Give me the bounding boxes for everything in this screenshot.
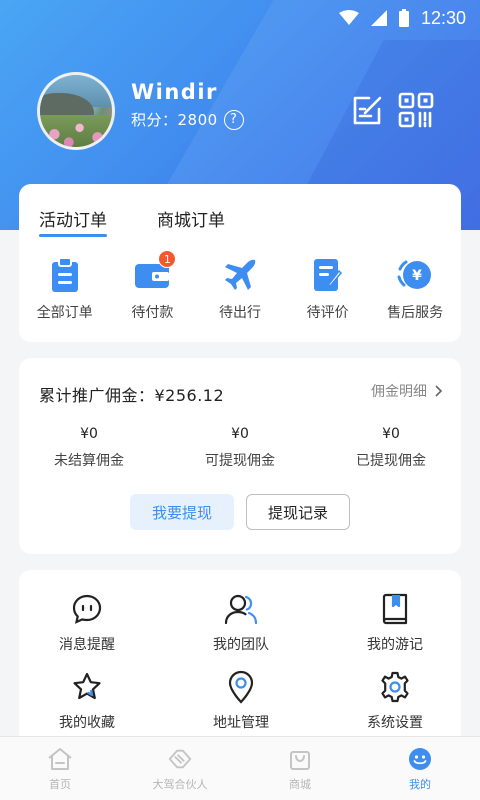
menu-team[interactable]: 我的团队	[151, 592, 331, 654]
menu-messages-label: 消息提醒	[59, 637, 115, 653]
qr-code-icon[interactable]	[398, 92, 434, 128]
commission-stats: ¥0 未结算佣金 ¥0 可提现佣金 ¥0 已提现佣金	[19, 426, 461, 470]
order-after-sales-label: 售后服务	[387, 305, 444, 321]
stat-label: 已提现佣金	[356, 453, 426, 469]
star-icon	[70, 670, 104, 704]
yen-refund-icon: ¥	[395, 256, 435, 294]
nav-home[interactable]: 首页	[5, 746, 115, 792]
battery-icon	[398, 9, 409, 27]
menu-favorites[interactable]: 我的收藏	[23, 670, 151, 732]
book-icon	[378, 592, 412, 626]
order-tabs: 活动订单 商城订单	[39, 206, 275, 237]
stat-label: 未结算佣金	[54, 453, 124, 469]
settings-icon	[378, 670, 412, 704]
stat-withdrawable: ¥0 可提现佣金	[190, 426, 290, 470]
wallet-icon: 1	[132, 250, 177, 294]
avatar[interactable]	[37, 72, 115, 150]
order-pending-trip-label: 待出行	[218, 305, 261, 321]
order-pending-payment[interactable]: 1 待付款	[110, 250, 194, 322]
nav-partner[interactable]: 大驾合伙人	[125, 746, 235, 792]
tab-activity-orders[interactable]: 活动订单	[39, 206, 107, 237]
commission-actions: 我要提现 提现记录	[19, 494, 461, 530]
status-bar: 12:30	[0, 0, 480, 36]
airplane-icon	[220, 256, 260, 294]
stat-withdrawn: ¥0 已提现佣金	[341, 426, 441, 470]
menu-favorites-label: 我的收藏	[59, 715, 115, 731]
nav-mall[interactable]: 商城	[245, 746, 355, 792]
tab-mall-orders[interactable]: 商城订单	[157, 206, 225, 235]
order-status-row: 全部订单 1 待付款 待出行 待评价 ¥ 售后服务	[19, 250, 461, 322]
edit-icon[interactable]	[349, 92, 385, 128]
order-all-label: 全部订单	[36, 305, 93, 321]
nav-profile[interactable]: 我的	[365, 746, 475, 792]
profile-icon	[407, 746, 433, 772]
commission-card: 累计推广佣金：¥256.12 佣金明细 ¥0 未结算佣金 ¥0 可提现佣金 ¥0…	[19, 358, 461, 554]
svg-text:¥: ¥	[412, 268, 422, 284]
menu-travelogue-label: 我的游记	[367, 637, 423, 653]
location-icon	[224, 670, 258, 704]
nav-mall-label: 商城	[289, 777, 311, 791]
withdraw-records-button[interactable]: 提现记录	[246, 494, 350, 530]
stat-value: ¥0	[80, 426, 98, 442]
menu-team-label: 我的团队	[213, 637, 269, 653]
signal-icon	[370, 10, 387, 26]
stat-unsettled: ¥0 未结算佣金	[39, 426, 139, 470]
menu-grid: 消息提醒 我的团队 我的游记 我的收藏 地址管理 系统设置	[19, 592, 461, 732]
bottom-nav: 首页 大驾合伙人 商城 我的	[0, 736, 480, 800]
nav-profile-label: 我的	[409, 777, 431, 791]
commission-total: 累计推广佣金：¥256.12	[39, 386, 225, 405]
stat-value: ¥0	[231, 426, 249, 442]
commission-detail-label: 佣金明细	[371, 384, 427, 400]
withdraw-button[interactable]: 我要提现	[130, 494, 234, 530]
message-icon	[70, 592, 104, 626]
team-icon	[224, 592, 258, 626]
help-icon[interactable]: ?	[223, 109, 244, 130]
orders-card: 活动订单 商城订单 全部订单 1 待付款 待出行 待评价 ¥ 售后服务	[19, 184, 461, 342]
menu-settings-label: 系统设置	[367, 715, 423, 731]
clipboard-icon	[45, 256, 85, 294]
order-all[interactable]: 全部订单	[23, 256, 107, 322]
menu-address[interactable]: 地址管理	[151, 670, 331, 732]
menu-address-label: 地址管理	[213, 715, 269, 731]
menu-messages[interactable]: 消息提醒	[23, 592, 151, 654]
stat-value: ¥0	[382, 426, 400, 442]
menu-settings[interactable]: 系统设置	[331, 670, 459, 732]
order-pending-payment-label: 待付款	[131, 305, 174, 321]
order-pending-review[interactable]: 待评价	[286, 256, 370, 322]
nav-home-label: 首页	[49, 777, 71, 791]
nav-partner-label: 大驾合伙人	[152, 777, 208, 791]
clock: 12:30	[420, 7, 466, 28]
commission-detail-link[interactable]: 佣金明细	[371, 381, 443, 401]
points-value: 2800	[177, 110, 218, 129]
order-pending-trip[interactable]: 待出行	[198, 256, 282, 322]
chevron-right-icon	[435, 382, 443, 401]
username: Windir	[131, 80, 218, 104]
points-row: 积分： 2800 ?	[131, 109, 244, 130]
points-label: 积分：	[131, 111, 178, 129]
order-after-sales[interactable]: ¥ 售后服务	[373, 256, 457, 322]
home-icon	[47, 746, 73, 772]
menu-travelogue[interactable]: 我的游记	[331, 592, 459, 654]
review-icon	[308, 256, 348, 294]
handshake-icon	[167, 746, 193, 772]
stat-label: 可提现佣金	[205, 453, 275, 469]
pending-payment-badge: 1	[158, 250, 177, 268]
order-pending-review-label: 待评价	[306, 305, 349, 321]
shopping-bag-icon	[287, 746, 313, 772]
wifi-icon	[338, 10, 359, 26]
